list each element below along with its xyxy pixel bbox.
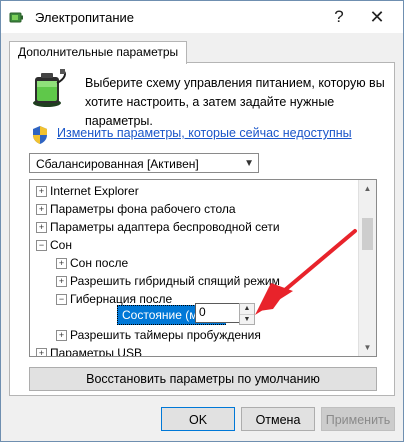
ok-button[interactable]: OK xyxy=(161,407,235,431)
restore-defaults-button[interactable]: Восстановить параметры по умолчанию xyxy=(29,367,377,391)
close-button[interactable]: ✕ xyxy=(363,5,391,29)
apply-button[interactable]: Применить xyxy=(321,407,395,431)
window-title: Электропитание xyxy=(35,10,134,25)
collapse-icon[interactable]: − xyxy=(36,240,47,251)
tab-strip: Дополнительные параметры xyxy=(1,33,403,64)
expand-icon[interactable]: + xyxy=(36,222,47,233)
collapse-icon[interactable]: − xyxy=(56,294,67,305)
uac-shield-icon xyxy=(33,126,47,144)
battery-plug-icon xyxy=(33,69,66,107)
power-plan-select[interactable]: Сбалансированная [Активен] ▼ xyxy=(29,153,259,173)
hibernate-minutes-input[interactable]: 0 xyxy=(195,303,241,323)
tree-item-label: Разрешить таймеры пробуждения xyxy=(70,328,261,342)
header-description: Выберите схему управления питанием, кото… xyxy=(85,76,385,128)
power-plan-value: Сбалансированная [Активен] xyxy=(36,157,199,171)
tree-item-label: Internet Explorer xyxy=(50,184,139,198)
hibernate-minutes-value: 0 xyxy=(199,305,206,319)
change-unavailable-settings-link[interactable]: Изменить параметры, которые сейчас недос… xyxy=(57,126,352,140)
tree-item-label: Сон после xyxy=(70,256,129,270)
scroll-down-icon[interactable]: ▼ xyxy=(359,339,376,356)
expand-icon[interactable]: + xyxy=(56,276,67,287)
expand-icon[interactable]: + xyxy=(56,258,67,269)
title-bar: Электропитание ? ✕ xyxy=(1,1,403,33)
tab-advanced-settings[interactable]: Дополнительные параметры xyxy=(9,41,188,64)
tree-item-label: Параметры фона рабочего стола xyxy=(50,202,236,216)
cancel-button[interactable]: Отмена xyxy=(241,407,315,431)
help-button[interactable]: ? xyxy=(325,5,353,29)
tree-item-label: Сон xyxy=(50,238,72,252)
tree-item-label: Параметры USB xyxy=(50,346,142,357)
expand-icon[interactable]: + xyxy=(56,330,67,341)
scroll-up-icon[interactable]: ▲ xyxy=(359,180,376,197)
tree-item-label: Параметры адаптера беспроводной сети xyxy=(50,220,280,234)
expand-icon[interactable]: + xyxy=(36,348,47,356)
power-options-icon xyxy=(9,12,23,23)
expand-icon[interactable]: + xyxy=(36,186,47,197)
expand-icon[interactable]: + xyxy=(36,204,47,215)
power-options-window: Электропитание ? ✕ Дополнительные параме… xyxy=(0,0,404,442)
annotation-arrow-icon xyxy=(255,229,357,315)
chevron-down-icon: ▼ xyxy=(244,158,254,169)
